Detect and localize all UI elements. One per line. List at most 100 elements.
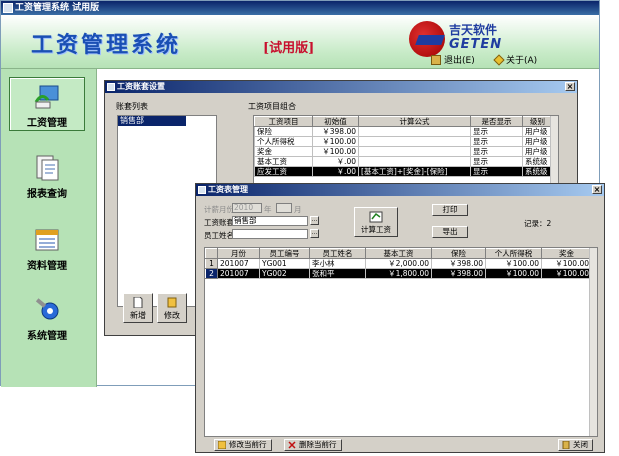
company-logo-icon bbox=[409, 21, 445, 57]
cell-month: 201007 bbox=[217, 258, 260, 269]
cell-insurance: ￥398.00 bbox=[431, 268, 486, 279]
dialog-icon bbox=[198, 186, 206, 194]
sidebar-item-system[interactable]: 系统管理 bbox=[9, 291, 85, 345]
salary-table-title: 工资表管理 bbox=[208, 185, 248, 194]
cell-initial: ￥.00 bbox=[312, 166, 359, 177]
grid-header-row: 工资项目 初始值 计算公式 是否显示 级别 bbox=[254, 116, 553, 127]
cell-initial: ￥100.00 bbox=[312, 146, 359, 157]
sidebar-item-data[interactable]: 资料管理 bbox=[9, 221, 85, 275]
account-item[interactable]: 销售部 bbox=[118, 116, 186, 126]
cell-initial: ￥.00 bbox=[312, 156, 359, 167]
table-row-selected[interactable]: 2 201007 YG002 张和平 ￥1,800.00 ￥398.00 ￥10… bbox=[205, 268, 592, 279]
cell-level: 用户级 bbox=[522, 126, 553, 137]
close-button[interactable]: 关闭 bbox=[558, 439, 593, 451]
edit-row-label: 修改当前行 bbox=[229, 440, 267, 449]
account-field[interactable]: 销售部 bbox=[232, 216, 308, 226]
trial-label: [试用版] bbox=[263, 41, 315, 56]
cell-employee-id: YG002 bbox=[259, 268, 310, 279]
close-label: 关闭 bbox=[573, 440, 588, 449]
month-suffix-label: 月 bbox=[294, 205, 302, 214]
print-button[interactable]: 打印 bbox=[432, 204, 468, 216]
exit-label: 退出(E) bbox=[444, 56, 475, 66]
close-icon[interactable]: × bbox=[592, 185, 602, 194]
sidebar-label-data: 资料管理 bbox=[27, 261, 67, 272]
cell-item: 应发工资 bbox=[254, 166, 313, 177]
about-button[interactable]: 关于(A) bbox=[493, 53, 537, 66]
sidebar-item-reports[interactable]: 报表查询 bbox=[9, 149, 85, 203]
salary-grid[interactable]: 月份 员工编号 员工姓名 基本工资 保险 个人所得税 奖金 1 201007 Y… bbox=[204, 247, 598, 437]
delete-row-button[interactable]: 删除当前行 bbox=[284, 439, 342, 451]
table-row-selected[interactable]: 应发工资 ￥.00 [基本工资]+[奖金]-[保险] 显示 系统级 bbox=[254, 166, 553, 177]
cell-item: 基本工资 bbox=[254, 156, 313, 167]
sidebar-item-salary[interactable]: 工资管理 bbox=[9, 77, 85, 131]
salary-items-grid[interactable]: 工资项目 初始值 计算公式 是否显示 级别 保险 ￥398.00 显示 用户级 … bbox=[253, 115, 559, 187]
row-number: 1 bbox=[205, 258, 218, 269]
column-header[interactable]: 月份 bbox=[217, 248, 260, 259]
column-header[interactable]: 个人所得税 bbox=[485, 248, 542, 259]
column-header[interactable]: 奖金 bbox=[541, 248, 592, 259]
export-button[interactable]: 导出 bbox=[432, 226, 468, 238]
month-field[interactable] bbox=[276, 203, 292, 213]
data-icon bbox=[35, 229, 59, 251]
column-header[interactable]: 保险 bbox=[431, 248, 486, 259]
cell-level: 用户级 bbox=[522, 146, 553, 157]
table-row[interactable]: 个人所得税 ￥100.00 显示 用户级 bbox=[254, 136, 553, 147]
door-icon bbox=[562, 441, 570, 449]
salary-icon bbox=[34, 85, 59, 109]
table-row[interactable]: 奖金 ￥100.00 显示 用户级 bbox=[254, 146, 553, 157]
vertical-scrollbar[interactable] bbox=[589, 248, 597, 436]
column-header[interactable]: 员工姓名 bbox=[309, 248, 366, 259]
exit-button[interactable]: 退出(E) bbox=[431, 53, 475, 66]
cell-visible: 显示 bbox=[470, 146, 523, 157]
table-row[interactable]: 1 201007 YG001 李小林 ￥2,000.00 ￥398.00 ￥10… bbox=[205, 258, 592, 269]
cell-item: 个人所得税 bbox=[254, 136, 313, 147]
salary-items-label: 工资项目组合 bbox=[247, 101, 297, 112]
cell-formula bbox=[358, 136, 471, 147]
table-row[interactable]: 基本工资 ￥.00 显示 系统级 bbox=[254, 156, 553, 167]
sidebar-label-reports: 报表查询 bbox=[27, 189, 67, 200]
cell-visible: 显示 bbox=[470, 156, 523, 167]
cell-formula: [基本工资]+[奖金]-[保险] bbox=[358, 166, 471, 177]
year-suffix-label: 年 bbox=[264, 205, 272, 214]
cell-income-tax: ￥100.00 bbox=[485, 258, 542, 269]
table-row[interactable]: 保险 ￥398.00 显示 用户级 bbox=[254, 126, 553, 137]
sidebar-label-system: 系统管理 bbox=[27, 331, 67, 342]
column-header[interactable]: 级别 bbox=[522, 116, 553, 127]
calculate-label: 计算工资 bbox=[361, 225, 391, 234]
cell-initial: ￥398.00 bbox=[312, 126, 359, 137]
banner: 工资管理系统 [试用版] 吉天软件 GETEN 退出(E) 关于(A) bbox=[1, 15, 599, 69]
account-lookup-button[interactable]: … bbox=[310, 216, 319, 225]
edit-account-label: 修改 bbox=[164, 311, 180, 320]
column-header[interactable]: 计算公式 bbox=[358, 116, 471, 127]
column-header[interactable]: 员工编号 bbox=[259, 248, 310, 259]
column-header[interactable]: 基本工资 bbox=[365, 248, 432, 259]
new-account-button[interactable]: 新增 bbox=[123, 293, 153, 323]
year-field[interactable]: 2010 bbox=[232, 203, 262, 213]
calculate-salary-button[interactable]: 计算工资 bbox=[354, 207, 398, 237]
edit-icon bbox=[218, 441, 226, 449]
edit-row-button[interactable]: 修改当前行 bbox=[214, 439, 272, 451]
close-icon[interactable]: × bbox=[565, 82, 575, 91]
cell-formula bbox=[358, 156, 471, 167]
cell-initial: ￥100.00 bbox=[312, 136, 359, 147]
column-header[interactable]: 工资项目 bbox=[254, 116, 313, 127]
column-header[interactable]: 初始值 bbox=[312, 116, 359, 127]
edit-account-button[interactable]: 修改 bbox=[157, 293, 187, 323]
cell-level: 系统级 bbox=[522, 156, 553, 167]
company-name-en: GETEN bbox=[449, 37, 503, 52]
sidebar: 工资管理 报表查询 资料管理 系统管理 bbox=[1, 69, 97, 387]
system-icon bbox=[35, 298, 59, 320]
cell-visible: 显示 bbox=[470, 136, 523, 147]
cell-bonus: ￥100.00 bbox=[541, 258, 592, 269]
about-icon bbox=[493, 53, 505, 66]
dialog-icon bbox=[107, 83, 115, 91]
employee-field[interactable] bbox=[232, 229, 308, 239]
exit-icon bbox=[431, 54, 441, 65]
employee-lookup-button[interactable]: … bbox=[310, 229, 319, 238]
vertical-scrollbar[interactable] bbox=[550, 116, 558, 186]
new-account-label: 新增 bbox=[130, 311, 146, 320]
salary-table-dialog: 工资表管理 × 计薪月份 2010 年 月 工资账套 销售部 … 员工姓名 … … bbox=[195, 183, 605, 453]
column-header[interactable]: 是否显示 bbox=[470, 116, 523, 127]
account-label: 工资账套 bbox=[204, 218, 234, 227]
account-list-label: 账套列表 bbox=[115, 101, 149, 112]
